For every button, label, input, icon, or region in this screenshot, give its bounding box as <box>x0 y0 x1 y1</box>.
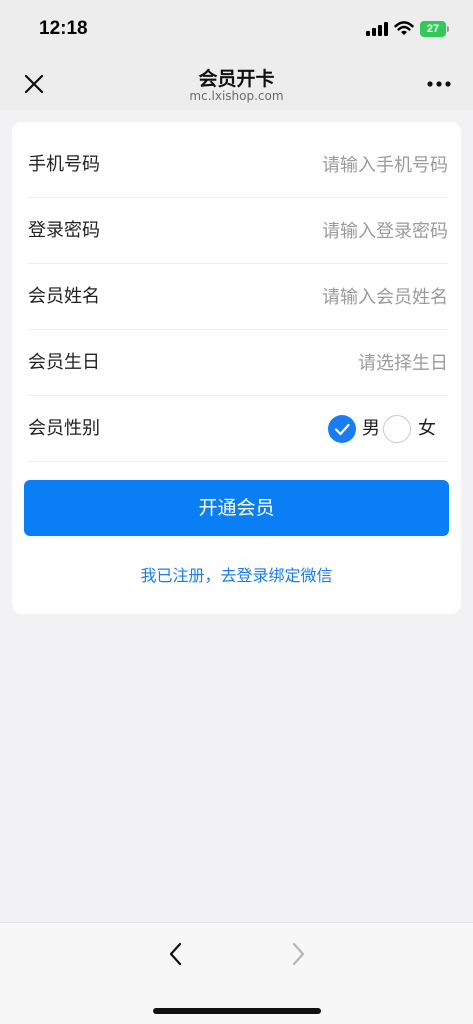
name-row: 会员姓名 <box>28 264 448 330</box>
checkmark-icon <box>334 423 350 436</box>
gender-female-radio[interactable] <box>383 415 411 443</box>
login-bind-link[interactable]: 我已注册，去登录绑定微信 <box>12 562 461 586</box>
gender-female-label[interactable]: 女 <box>418 396 436 462</box>
page-title: 会员开卡 <box>198 68 275 90</box>
birthday-label: 会员生日 <box>28 352 100 373</box>
battery-tip <box>447 26 449 32</box>
status-bar: 12:18 27 <box>0 0 473 60</box>
name-label: 会员姓名 <box>28 286 100 307</box>
gender-label: 会员性别 <box>28 418 100 439</box>
battery-icon: 27 <box>420 21 450 37</box>
page-domain: mc.lxishop.com <box>189 89 284 103</box>
gender-radio-group: 男 女 <box>328 396 448 462</box>
battery-level: 27 <box>420 21 446 37</box>
more-icon <box>427 81 451 87</box>
phone-input[interactable] <box>208 147 448 183</box>
phone-row: 手机号码 <box>28 132 448 198</box>
password-label: 登录密码 <box>28 220 100 241</box>
nav-bar: 会员开卡 mc.lxishop.com <box>0 60 473 110</box>
birthday-row: 会员生日 <box>28 330 448 396</box>
wifi-icon <box>394 21 414 35</box>
phone-label: 手机号码 <box>28 154 100 175</box>
gender-row: 会员性别 男 女 <box>28 396 448 462</box>
forward-button[interactable] <box>284 939 312 969</box>
more-button[interactable] <box>424 72 456 96</box>
register-card: 手机号码 登录密码 会员姓名 会员生日 会员性别 男 女 开通会员 我已注册，去… <box>12 122 461 614</box>
password-input[interactable] <box>208 213 448 249</box>
back-button[interactable] <box>162 939 190 969</box>
name-input[interactable] <box>208 279 448 315</box>
status-time: 12:18 <box>39 18 88 39</box>
birthday-picker[interactable] <box>208 345 448 381</box>
home-indicator <box>153 1008 321 1014</box>
chevron-right-icon <box>292 942 305 966</box>
password-row: 登录密码 <box>28 198 448 264</box>
gender-male-radio[interactable] <box>328 415 356 443</box>
signal-icon <box>366 22 388 36</box>
open-membership-button[interactable]: 开通会员 <box>24 480 449 536</box>
gender-male-label[interactable]: 男 <box>362 396 380 462</box>
chevron-left-icon <box>169 942 182 966</box>
